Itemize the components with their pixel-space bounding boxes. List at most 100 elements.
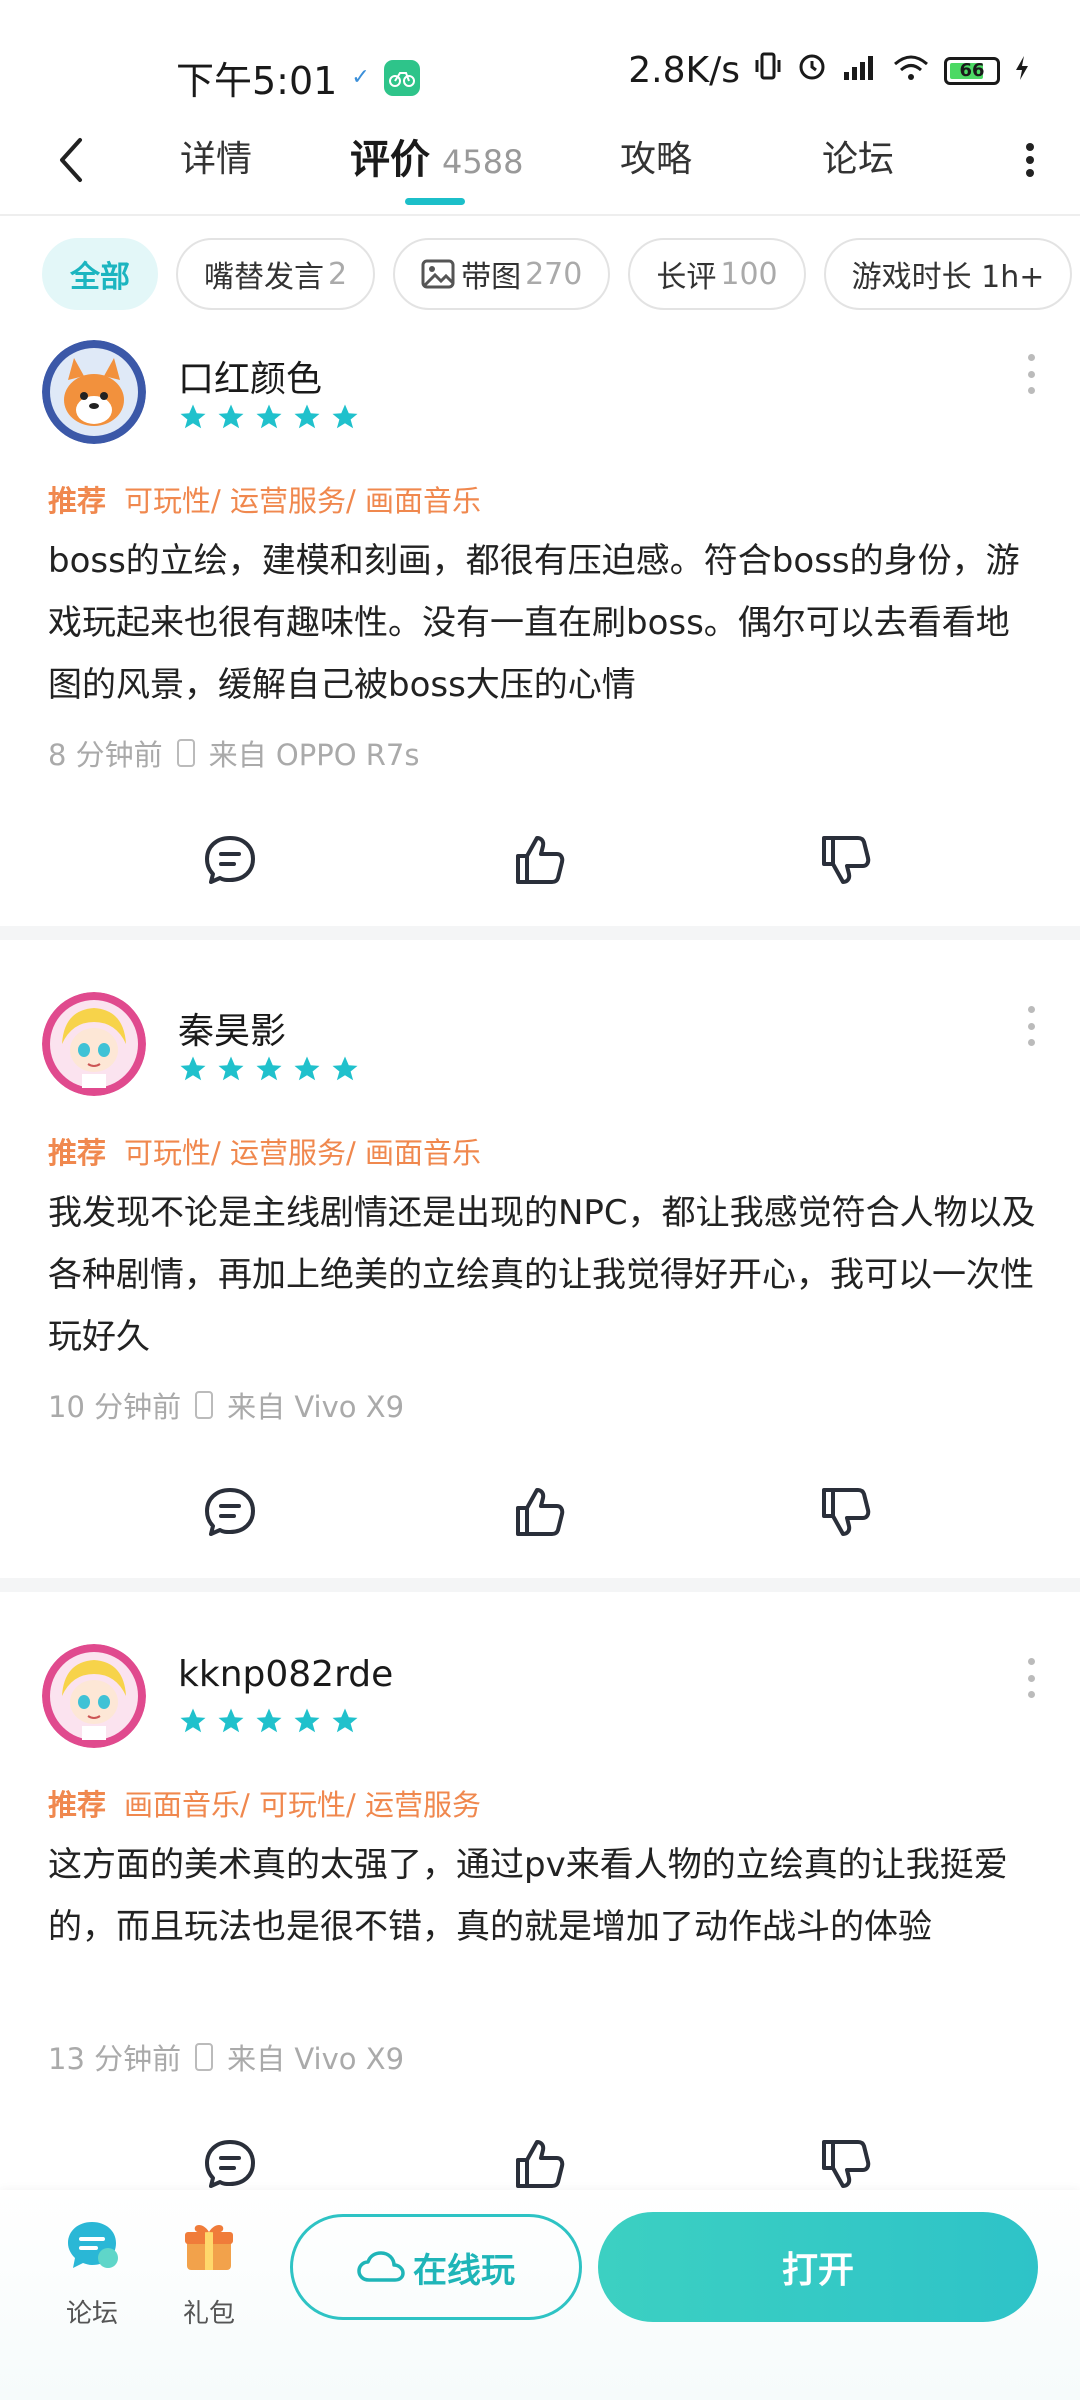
- thumbs-down-icon[interactable]: [818, 2136, 874, 2192]
- review-tags: 推荐 画面音乐/ 可玩性/ 运营服务: [48, 1782, 481, 1824]
- comment-icon[interactable]: [202, 2136, 258, 2192]
- phone-icon: [195, 2043, 214, 2071]
- review-tags: 推荐 可玩性/ 运营服务/ 画面音乐: [48, 478, 481, 520]
- forum-label: 论坛: [65, 2299, 118, 2329]
- thumbs-up-icon[interactable]: [512, 1484, 568, 1540]
- filter-label: 带图: [461, 260, 522, 295]
- username[interactable]: 秦昊影: [178, 1002, 286, 1054]
- filter-playtime[interactable]: 游戏时长 1h+: [823, 238, 1073, 310]
- star-icon: [332, 1056, 358, 1081]
- review-card: kknp082rde 推荐 画面音乐/ 可玩性/ 运营服务 这方面的美术真的太强…: [0, 1644, 1080, 2204]
- thumbs-down-icon[interactable]: [818, 832, 874, 888]
- review-time: 10 分钟前: [48, 1390, 182, 1424]
- thumbs-down-icon[interactable]: [818, 1484, 874, 1540]
- battery-icon: 66: [944, 56, 1000, 85]
- review-device: 来自 OPPO R7s: [208, 738, 420, 772]
- filter-count: 2: [328, 256, 348, 292]
- section-divider: [0, 926, 1080, 940]
- tab-details[interactable]: 详情: [180, 130, 252, 190]
- open-button[interactable]: 打开: [598, 2212, 1038, 2322]
- review-device: 来自 Vivo X9: [227, 2042, 405, 2076]
- review-more-button[interactable]: [1024, 1658, 1038, 1698]
- tag-list: 可玩性/ 运营服务/ 画面音乐: [124, 1136, 481, 1170]
- tab-reviews[interactable]: 评价 4588: [350, 130, 523, 190]
- cloud-icon: [357, 2251, 405, 2282]
- filter-all[interactable]: 全部: [42, 238, 158, 310]
- review-meta: 10 分钟前 来自 Vivo X9: [48, 1384, 404, 1426]
- section-divider: [0, 1578, 1080, 1592]
- star-rating: [178, 402, 360, 432]
- status-time-group: 下午5:01 ✓: [176, 50, 420, 105]
- tab-forum[interactable]: 论坛: [822, 130, 894, 190]
- tab-reviews-count: 4588: [442, 143, 524, 181]
- gift-label: 礼包: [182, 2299, 235, 2329]
- review-meta: 8 分钟前 来自 OPPO R7s: [48, 732, 419, 774]
- thumbs-up-icon[interactable]: [512, 832, 568, 888]
- status-time: 下午5:01: [176, 59, 338, 103]
- avatar[interactable]: [42, 992, 146, 1096]
- avatar[interactable]: [42, 340, 146, 444]
- gift-button[interactable]: 礼包: [169, 2218, 249, 2330]
- review-more-button[interactable]: [1024, 354, 1038, 394]
- star-rating: [178, 1054, 360, 1084]
- tab-guides[interactable]: 攻略: [620, 130, 692, 190]
- wifi-icon: [892, 50, 930, 91]
- review-actions: [0, 2136, 1080, 2196]
- status-indicators: 2.8K/s 66: [628, 50, 1030, 91]
- comment-icon[interactable]: [202, 1484, 258, 1540]
- network-speed: 2.8K/s: [628, 50, 740, 91]
- filter-label: 游戏时长 1h+: [851, 260, 1045, 295]
- star-icon: [256, 1708, 282, 1733]
- star-icon: [218, 404, 244, 429]
- star-icon: [180, 1708, 206, 1733]
- comment-icon[interactable]: [202, 832, 258, 888]
- star-icon: [332, 1708, 358, 1733]
- filter-label: 全部: [70, 260, 130, 295]
- vibrate-icon: [754, 50, 782, 91]
- filter-with-images[interactable]: 带图 270: [393, 238, 611, 310]
- play-online-button[interactable]: 在线玩: [290, 2214, 582, 2320]
- back-button[interactable]: [52, 130, 92, 190]
- star-icon: [332, 404, 358, 429]
- star-icon: [294, 1708, 320, 1733]
- review-time: 8 分钟前: [48, 738, 163, 772]
- filter-count: 100: [720, 256, 778, 292]
- image-icon: [421, 259, 455, 289]
- charging-icon: [1014, 50, 1030, 91]
- bike-app-icon: [383, 59, 420, 96]
- gift-icon: [185, 2225, 233, 2270]
- review-actions: [0, 1484, 1080, 1544]
- thumbs-up-icon[interactable]: [512, 2136, 568, 2192]
- bottom-action-bar: 论坛 礼包 在线玩 打开: [0, 2190, 1080, 2400]
- play-online-label: 在线玩: [413, 2250, 515, 2291]
- review-content[interactable]: boss的立绘，建模和刻画，都很有压迫感。符合boss的身份，游戏玩起来也很有趣…: [48, 530, 1038, 716]
- review-content[interactable]: 我发现不论是主线剧情还是出现的NPC，都让我感觉符合人物以及各种剧情，再加上绝美…: [48, 1182, 1038, 1368]
- username[interactable]: kknp082rde: [178, 1654, 393, 1695]
- review-time: 13 分钟前: [48, 2042, 182, 2076]
- battery-level: 66: [959, 60, 985, 81]
- star-icon: [294, 404, 320, 429]
- star-icon: [180, 1056, 206, 1081]
- review-more-button[interactable]: [1024, 1006, 1038, 1046]
- tag-list: 可玩性/ 运营服务/ 画面音乐: [124, 484, 481, 518]
- review-content[interactable]: 这方面的美术真的太强了，通过pv来看人物的立绘真的让我挺爱的，而且玩法也是很不错…: [48, 1834, 1038, 1958]
- filter-quotes[interactable]: 嘴替发言 2: [176, 238, 376, 310]
- signal-icon: [842, 50, 878, 91]
- star-icon: [294, 1056, 320, 1081]
- username[interactable]: 口红颜色: [178, 350, 322, 402]
- forum-icon: [68, 2222, 118, 2268]
- active-tab-indicator: [405, 198, 465, 205]
- more-options-button[interactable]: [1010, 135, 1050, 185]
- star-icon: [218, 1708, 244, 1733]
- avatar[interactable]: [42, 1644, 146, 1748]
- recommend-label: 推荐: [48, 484, 107, 518]
- tab-reviews-label: 评价: [350, 137, 430, 183]
- forum-button[interactable]: 论坛: [52, 2218, 132, 2330]
- star-icon: [180, 404, 206, 429]
- filter-label: 嘴替发言: [204, 260, 324, 295]
- filter-long-reviews[interactable]: 长评 100: [628, 238, 806, 310]
- alarm-icon: [796, 50, 828, 91]
- star-icon: [218, 1056, 244, 1081]
- open-label: 打开: [781, 2250, 854, 2291]
- star-rating: [178, 1706, 360, 1736]
